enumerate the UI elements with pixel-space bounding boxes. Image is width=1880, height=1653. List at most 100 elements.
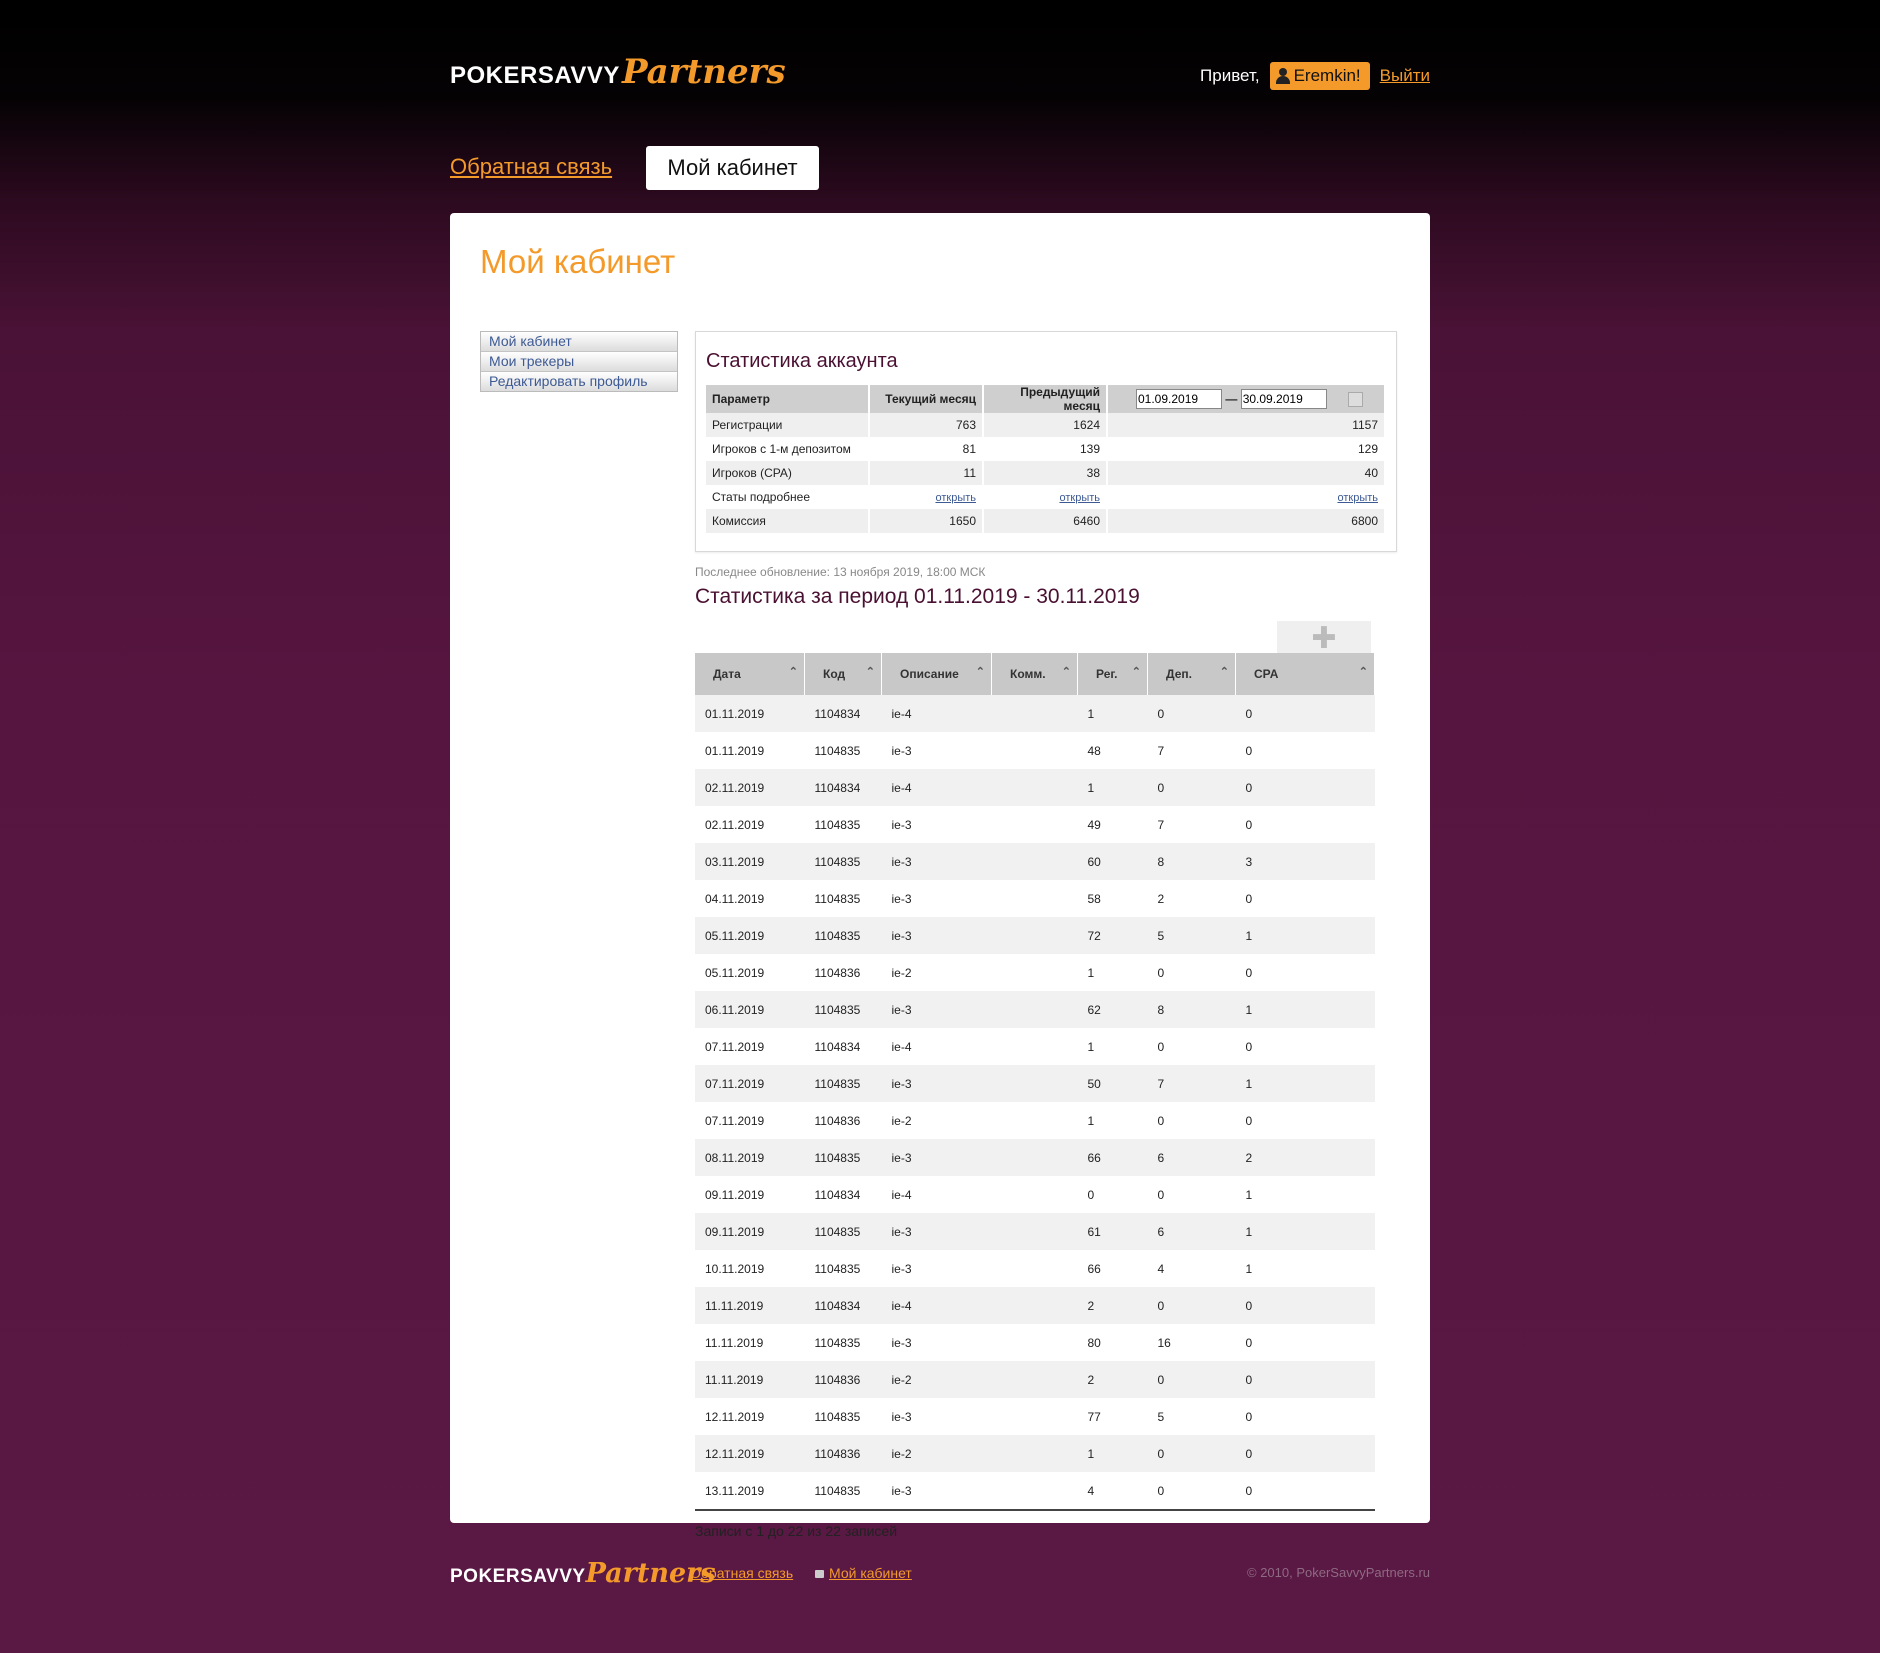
cell-cpa: 0 [1235, 1472, 1375, 1511]
puzzle-icon[interactable]: ✚ [1277, 621, 1371, 655]
cell-description: ie-4 [881, 1176, 992, 1213]
col-header-commission[interactable]: Комм. ⌃ [991, 653, 1078, 695]
cell-date: 11.11.2019 [695, 1361, 805, 1398]
table-toolbar: ✚ [695, 609, 1395, 655]
sidebar-item-edit-profile[interactable]: Редактировать профиль [481, 372, 677, 391]
cell-dep: 6 [1147, 1213, 1236, 1250]
acct-current: 11 [869, 461, 984, 485]
acct-row-cpa: Игроков (CPA) 11 38 40 [706, 461, 1386, 485]
cell-description: ie-3 [881, 1472, 992, 1511]
logout-link[interactable]: Выйти [1380, 66, 1430, 86]
sort-icon: ⌃ [1219, 666, 1229, 678]
nav-feedback-link[interactable]: Обратная связь [450, 154, 612, 180]
cell-code: 1104836 [804, 954, 882, 991]
col-header-cpa[interactable]: CPA ⌃ [1235, 653, 1375, 695]
copyright: © 2010, PokerSavvyPartners.ru [1247, 1565, 1430, 1580]
cell-code: 1104835 [804, 1398, 882, 1435]
cell-date: 08.11.2019 [695, 1139, 805, 1176]
cell-commission [991, 806, 1078, 843]
cell-code: 1104834 [804, 1028, 882, 1065]
acct-custom: 40 [1107, 461, 1386, 485]
table-row: 06.11.2019 1104835 ie-3 62 8 1 [695, 991, 1375, 1028]
table-row: 03.11.2019 1104835 ie-3 60 8 3 [695, 843, 1375, 880]
cell-cpa: 0 [1235, 954, 1375, 991]
footer-logo-brand: POKERSAVVY [450, 1566, 586, 1587]
cell-cpa: 1 [1235, 1250, 1375, 1287]
cell-cpa: 1 [1235, 917, 1375, 954]
sidebar-item-cabinet[interactable]: Мой кабинет [481, 332, 677, 352]
open-details-current-link[interactable]: открыть [935, 492, 976, 504]
acct-custom: 1157 [1107, 413, 1386, 437]
cell-cpa: 0 [1235, 1361, 1375, 1398]
col-label: Рег. [1096, 667, 1118, 681]
sort-icon: ⌃ [975, 666, 985, 678]
cell-date: 10.11.2019 [695, 1250, 805, 1287]
col-header-dep[interactable]: Деп. ⌃ [1147, 653, 1236, 695]
col-header-reg[interactable]: Рег. ⌃ [1077, 653, 1148, 695]
cell-code: 1104836 [804, 1361, 882, 1398]
cell-cpa: 0 [1235, 695, 1375, 732]
cell-description: ie-3 [881, 917, 992, 954]
logo-script: Partners [621, 52, 786, 92]
table-row: 01.11.2019 1104835 ie-3 48 7 0 [695, 732, 1375, 769]
cell-code: 1104834 [804, 1287, 882, 1324]
cell-dep: 7 [1147, 732, 1236, 769]
cell-reg: 58 [1077, 880, 1148, 917]
col-header-date[interactable]: Дата ⌃ [695, 653, 805, 695]
cell-dep: 8 [1147, 991, 1236, 1028]
open-details-previous-link[interactable]: открыть [1059, 492, 1100, 504]
cell-code: 1104835 [804, 1065, 882, 1102]
cell-date: 05.11.2019 [695, 954, 805, 991]
cell-date: 11.11.2019 [695, 1324, 805, 1361]
cell-commission [991, 1472, 1078, 1511]
cell-description: ie-4 [881, 769, 992, 806]
cell-reg: 80 [1077, 1324, 1148, 1361]
sidebar-item-trackers[interactable]: Мои трекеры [481, 352, 677, 372]
cell-commission [991, 1213, 1078, 1250]
footer-cabinet-link[interactable]: Мой кабинет [829, 1565, 912, 1581]
cell-reg: 61 [1077, 1213, 1148, 1250]
sort-icon: ⌃ [1131, 666, 1141, 678]
table-row: 08.11.2019 1104835 ie-3 66 6 2 [695, 1139, 1375, 1176]
period-title: Статистика за период 01.11.2019 - 30.11.… [695, 585, 1140, 608]
cell-dep: 2 [1147, 880, 1236, 917]
footer-logo[interactable]: POKERSAVVY Partners [450, 1558, 716, 1589]
cell-reg: 0 [1077, 1176, 1148, 1213]
cell-commission [991, 1102, 1078, 1139]
nav-cabinet-tab[interactable]: Мой кабинет [646, 146, 819, 190]
user-badge[interactable]: Eremkin! [1269, 62, 1370, 90]
acct-previous: 139 [983, 437, 1108, 461]
logo[interactable]: POKERSAVVY Partners [450, 52, 786, 92]
footer-feedback-link[interactable]: Обратная связь [690, 1565, 793, 1581]
footer-cabinet[interactable]: Мой кабинет [815, 1565, 912, 1581]
open-details-custom-link[interactable]: открыть [1337, 492, 1378, 504]
acct-previous: 6460 [983, 509, 1108, 533]
calendar-icon[interactable] [1348, 392, 1364, 408]
cell-commission [991, 1361, 1078, 1398]
cell-commission [991, 880, 1078, 917]
cell-commission [991, 1398, 1078, 1435]
account-stats-box: Статистика аккаунта Параметр Текущий мес… [695, 331, 1397, 552]
col-header-code[interactable]: Код ⌃ [804, 653, 882, 695]
date-separator: — [1225, 392, 1238, 406]
cell-commission [991, 1176, 1078, 1213]
cell-reg: 62 [1077, 991, 1148, 1028]
cell-description: ie-4 [881, 1287, 992, 1324]
cell-dep: 5 [1147, 1398, 1236, 1435]
cell-dep: 16 [1147, 1324, 1236, 1361]
cell-reg: 1 [1077, 1435, 1148, 1472]
last-update-text: Последнее обновление: 13 ноября 2019, 18… [695, 565, 986, 579]
cell-commission [991, 917, 1078, 954]
date-from-input[interactable] [1136, 389, 1222, 409]
acct-custom-cell: открыть [1107, 485, 1386, 509]
col-header-description[interactable]: Описание ⌃ [881, 653, 992, 695]
cell-description: ie-3 [881, 732, 992, 769]
sort-icon: ⌃ [865, 666, 875, 678]
records-info: Записи с 1 до 22 из 22 записей [695, 1523, 898, 1539]
content-area: Статистика аккаунта Параметр Текущий мес… [695, 331, 1397, 1539]
date-to-input[interactable] [1240, 389, 1327, 409]
col-label: Дата [713, 667, 741, 681]
acct-row-registrations: Регистрации 763 1624 1157 [706, 413, 1386, 437]
cell-date: 02.11.2019 [695, 806, 805, 843]
cell-dep: 0 [1147, 1435, 1236, 1472]
